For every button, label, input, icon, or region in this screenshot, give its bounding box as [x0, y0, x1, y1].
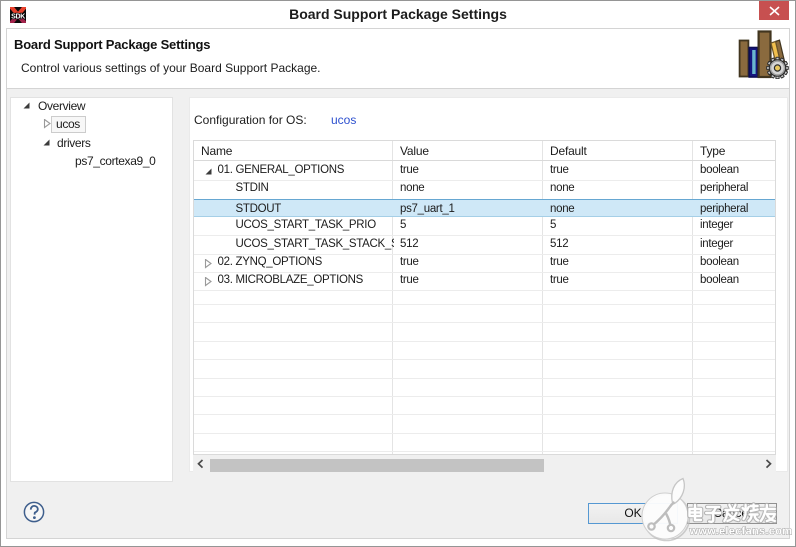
svg-text:www.elecfans.com: www.elecfans.com	[689, 526, 793, 538]
